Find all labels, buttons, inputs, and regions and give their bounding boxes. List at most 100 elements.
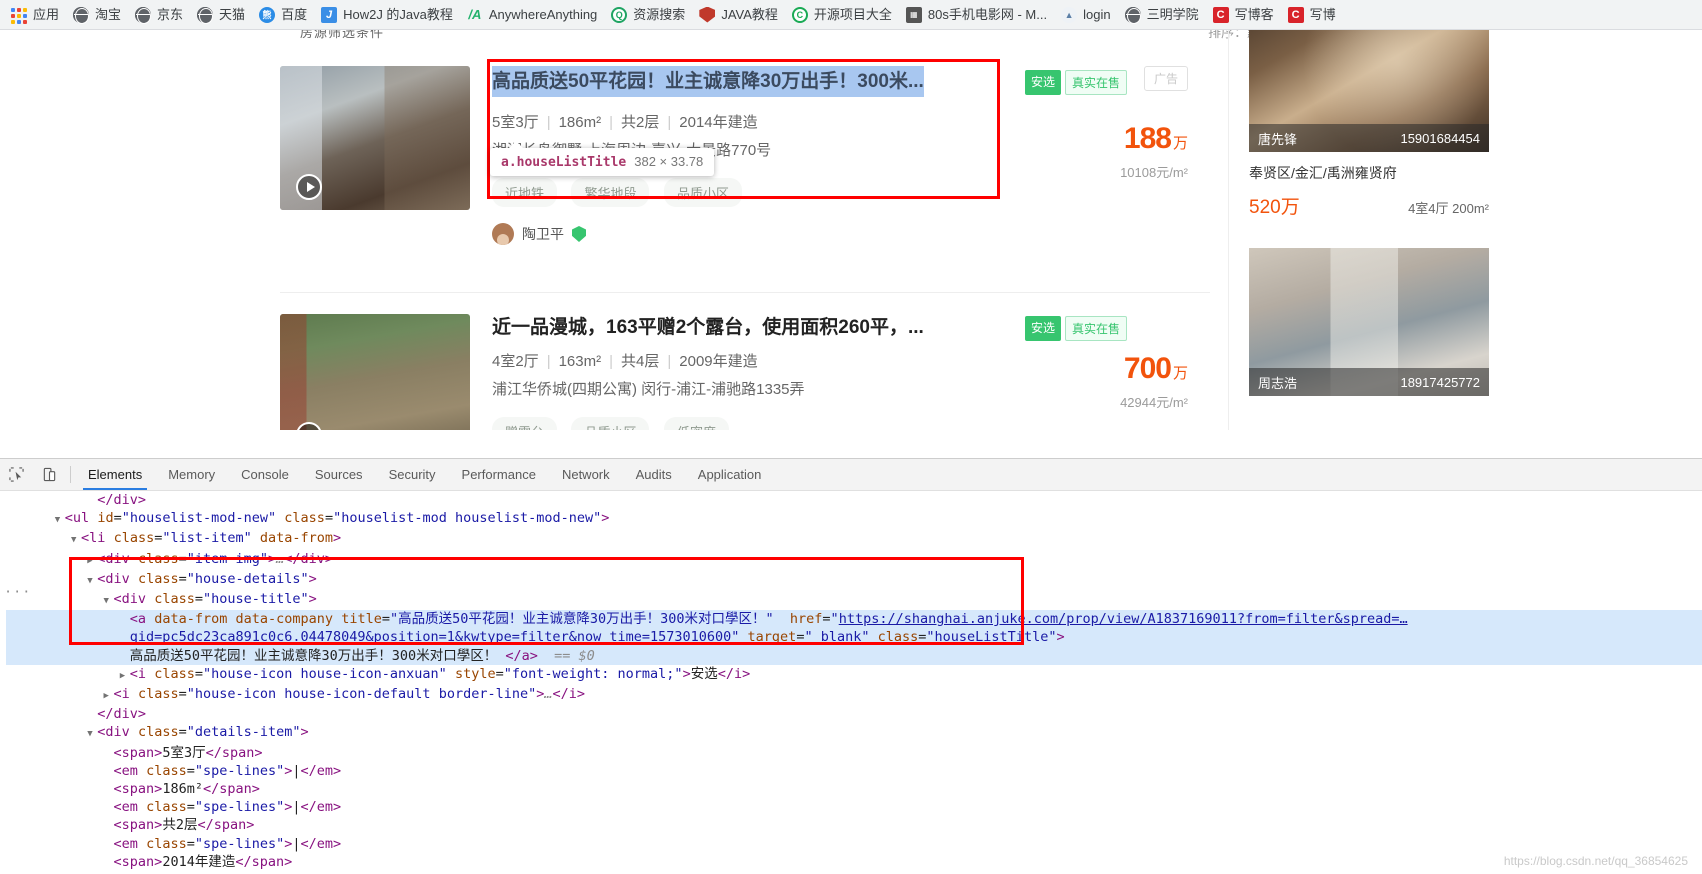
- dom-line[interactable]: ▼ <div class="house-title">: [6, 590, 1702, 610]
- rail-image[interactable]: 唐先锋 15901684454: [1249, 30, 1489, 152]
- dom-line[interactable]: <em class="spe-lines">|</em>: [6, 798, 1702, 816]
- listing-tag[interactable]: 繁华地段: [571, 178, 650, 207]
- dom-line[interactable]: ▶ <i class="house-icon house-icon-default…: [6, 685, 1702, 705]
- badge-icon: ▲: [1061, 6, 1078, 23]
- bookmark-5[interactable]: J How2J 的Java教程: [314, 3, 460, 27]
- tab-network[interactable]: Network: [549, 459, 623, 490]
- tab-console[interactable]: Console: [228, 459, 302, 490]
- dom-line[interactable]: qid=pc5dc23ca891c0c6.04478049&position=1…: [6, 628, 1702, 647]
- disclosure-triangle-icon[interactable]: ▶: [87, 552, 97, 570]
- bookmarks-bar[interactable]: 应用 淘宝 京东 天猫熊百度 J How2J 的Java教程/A AnywhereAnyth…: [0, 0, 1702, 30]
- meta-year: 2014年建造: [679, 114, 758, 131]
- dom-line[interactable]: ▼ <ul id="houselist-mod-new" class="house…: [6, 509, 1702, 529]
- bookmark-label: 写博客: [1234, 6, 1274, 22]
- dom-line[interactable]: <span>2014年建造</span>: [6, 853, 1702, 871]
- rail-card-1[interactable]: 唐先锋 15901684454 奉贤区/金汇/禹洲雍贤府 520万 4室4厅 2…: [1249, 30, 1489, 219]
- badge-anxuan: 安选: [1025, 316, 1062, 341]
- bookmark-4[interactable]: 熊百度: [252, 3, 314, 27]
- tab-memory[interactable]: Memory: [155, 459, 228, 490]
- rail-caption: 唐先锋 15901684454: [1249, 124, 1489, 152]
- bookmark-0[interactable]: 应用: [4, 3, 66, 27]
- tooltip-selector: a.houseListTitle: [501, 155, 627, 170]
- bookmark-11[interactable]: ▲ login: [1054, 3, 1117, 27]
- devtools-panel[interactable]: Elements Memory Console Sources Security Perf…: [0, 458, 1702, 874]
- listing-tags: 赠露台 品质小区 低密度: [492, 417, 1012, 430]
- dom-line[interactable]: ▼ <div class="house-details">: [6, 570, 1702, 590]
- video-play-icon[interactable]: [296, 174, 322, 200]
- devtools-tabbar[interactable]: Elements Memory Console Sources Security Perf…: [0, 459, 1702, 491]
- listing-tag[interactable]: 品质小区: [571, 417, 650, 430]
- avatar: [492, 223, 514, 245]
- bookmark-1[interactable]: 淘宝: [66, 3, 128, 27]
- bookmark-label: 百度: [281, 6, 308, 22]
- dom-line[interactable]: <span>5室3厅</span>: [6, 744, 1702, 762]
- dom-line[interactable]: <span>186m²</span>: [6, 780, 1702, 798]
- disclosure-triangle-icon[interactable]: ▶: [104, 687, 114, 705]
- dom-line[interactable]: 高品质送50平花园！业主诚意降30万出手！300米对口學区！ </a> == $…: [6, 646, 1702, 665]
- device-toolbar-icon[interactable]: [33, 459, 66, 490]
- bookmark-13[interactable]: C 写博客: [1206, 3, 1281, 27]
- tooltip-dimensions: 382 × 33.78: [634, 154, 704, 169]
- dom-line[interactable]: ▼ <div class="details-item">: [6, 723, 1702, 743]
- listing-price: 700 万 42944元/m²: [1120, 352, 1188, 411]
- ia-icon: /A: [468, 7, 482, 22]
- rail-image[interactable]: 周志浩 18917425772: [1249, 248, 1489, 396]
- tab-audits[interactable]: Audits: [623, 459, 685, 490]
- dom-line[interactable]: ▶ <div class="item-img">…</div>: [6, 550, 1702, 570]
- dom-line[interactable]: </div>: [6, 705, 1702, 723]
- meta-year: 2009年建造: [679, 353, 758, 370]
- bookmark-label: 80s手机电影网 - M...: [927, 6, 1048, 22]
- cursor-select-icon[interactable]: [0, 459, 33, 490]
- tab-security[interactable]: Security: [376, 459, 449, 490]
- disclosure-triangle-icon[interactable]: ▼: [87, 572, 97, 590]
- listing-address[interactable]: 浦江华侨城(四期公寓) 闵行-浦江-浦驰路1335弄: [492, 377, 1012, 403]
- tab-elements[interactable]: Elements: [75, 459, 155, 490]
- dom-line[interactable]: ▶ <i class="house-icon house-icon-anxuan"…: [6, 665, 1702, 685]
- dom-line[interactable]: <span>共2层</span>: [6, 816, 1702, 834]
- bookmark-9[interactable]: C 开源项目大全: [785, 3, 899, 27]
- bookmark-14[interactable]: C 写博: [1281, 3, 1343, 27]
- rail-address[interactable]: 奉贤区/金汇/禹洲雍贤府: [1249, 163, 1489, 183]
- listing-thumbnail[interactable]: [280, 66, 470, 210]
- dom-code[interactable]: </div> ▼ <ul id="houselist-mod-new" class…: [0, 491, 1702, 871]
- dom-line[interactable]: <em class="spe-lines">|</em>: [6, 762, 1702, 780]
- dom-line[interactable]: <a data-from data-company title="高品质送50平…: [6, 610, 1702, 629]
- listing-tag[interactable]: 赠露台: [492, 417, 558, 430]
- tab-performance[interactable]: Performance: [449, 459, 549, 490]
- dom-tree[interactable]: ··· </div> ▼ <ul id="houselist-mod-new" c…: [0, 491, 1702, 874]
- dom-line[interactable]: </div>: [6, 491, 1702, 509]
- price-value: 700: [1123, 352, 1172, 385]
- rail-card-2[interactable]: 周志浩 18917425772: [1249, 248, 1489, 396]
- bookmark-8[interactable]: JAVA教程: [692, 3, 785, 27]
- rail-caption: 周志浩 18917425772: [1249, 368, 1489, 396]
- listing-tag[interactable]: 品质小区: [663, 178, 742, 207]
- bookmark-7[interactable]: Q 资源搜索: [604, 3, 692, 27]
- disclosure-triangle-icon[interactable]: ▶: [120, 667, 130, 685]
- listing-tag[interactable]: 低密度: [663, 417, 729, 430]
- meta-floor: 共2层: [621, 114, 660, 131]
- listing-broker[interactable]: 陶卫平: [492, 223, 1012, 245]
- tab-application[interactable]: Application: [685, 459, 775, 490]
- listing-meta: 5室3厅 | 186m² | 共2层 | 2014年建造: [492, 108, 1012, 138]
- listing-thumbnail[interactable]: [280, 314, 470, 430]
- tab-sources[interactable]: Sources: [302, 459, 376, 490]
- bookmark-3[interactable]: 天猫: [190, 3, 252, 27]
- bookmark-10[interactable]: ▦ 80s手机电影网 - M...: [899, 3, 1054, 27]
- dom-line[interactable]: <em class="spe-lines">|</em>: [6, 835, 1702, 853]
- csdn-icon: C: [1212, 6, 1229, 23]
- browser-page-viewport[interactable]: 房源筛选条件 排序：默认 面积 价格 最新 高品质送50平花园！业主诚意降30万…: [0, 30, 1702, 430]
- meta-sep: |: [667, 114, 672, 131]
- bookmark-12[interactable]: 三明学院: [1118, 3, 1206, 27]
- disclosure-triangle-icon[interactable]: ▼: [71, 531, 81, 549]
- price-unit: 万: [1172, 365, 1188, 382]
- bookmark-6[interactable]: /A AnywhereAnything: [460, 3, 604, 27]
- listing-title-link[interactable]: 高品质送50平花园！业主诚意降30万出手！300米...: [492, 66, 924, 97]
- listing-title-link[interactable]: 近一品漫城，163平赠2个露台，使用面积260平，...: [492, 314, 1012, 341]
- listing-tag[interactable]: 近地铁: [492, 178, 558, 207]
- bookmark-2[interactable]: 京东: [128, 3, 190, 27]
- disclosure-triangle-icon[interactable]: ▼: [55, 511, 65, 529]
- disclosure-triangle-icon[interactable]: ▼: [87, 725, 97, 743]
- bookmark-label: How2J 的Java教程: [343, 6, 453, 22]
- disclosure-triangle-icon[interactable]: ▼: [104, 592, 114, 610]
- dom-line[interactable]: ▼ <li class="list-item" data-from>: [6, 529, 1702, 549]
